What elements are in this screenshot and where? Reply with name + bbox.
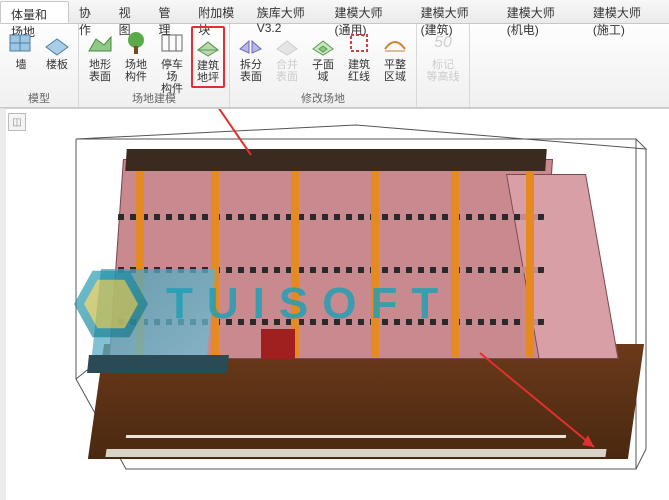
- button-label: 平整 区域: [384, 59, 406, 83]
- floor-icon: [43, 29, 71, 57]
- button-label: 拆分 表面: [240, 59, 262, 83]
- button-label: 子面域: [307, 59, 339, 83]
- button-label: 建筑 红线: [348, 59, 370, 83]
- button-label: 场地 构件: [125, 59, 147, 83]
- ribbon-group-site-modeling: 地形表面 场地 构件 停车场 构件 建筑 地坪 场地建模: [79, 24, 230, 107]
- subregion-icon: [309, 29, 337, 57]
- pad-icon: [194, 30, 222, 58]
- merge-icon: [273, 29, 301, 57]
- subregion-button[interactable]: 子面域: [306, 26, 340, 88]
- propline-icon: [345, 29, 373, 57]
- tab-addins[interactable]: 附加模块: [188, 0, 247, 23]
- tab-manage[interactable]: 管理: [148, 0, 188, 23]
- group-label: [421, 103, 465, 107]
- tab-family-master[interactable]: 族库大师V3.2: [247, 0, 325, 23]
- merge-surface-button: 合并 表面: [270, 26, 304, 88]
- watermark-text: TUISOFT: [166, 279, 452, 329]
- floor-slab-button[interactable]: 楼板: [40, 26, 74, 88]
- button-label: 合并 表面: [276, 59, 298, 83]
- button-label: 墙: [16, 59, 27, 71]
- topo-icon: [86, 29, 114, 57]
- watermark: TUISOFT: [66, 259, 452, 349]
- tab-modeling-general[interactable]: 建模大师 (通用): [325, 0, 411, 23]
- contour-icon: 50: [429, 29, 457, 57]
- grade-icon: [381, 29, 409, 57]
- tab-view[interactable]: 视图: [109, 0, 149, 23]
- ribbon-group-modify-site: 拆分 表面 合并 表面 子面域 建筑 红线 平整 区域 修改场地: [230, 24, 417, 107]
- tab-mass-site[interactable]: 体量和场地: [0, 1, 69, 23]
- group-label: 模型: [4, 88, 74, 108]
- tab-collaborate[interactable]: 协作: [69, 0, 109, 23]
- tree-icon: [122, 29, 150, 57]
- button-label: 建筑 地坪: [197, 60, 219, 84]
- watermark-logo-icon: [66, 259, 156, 349]
- split-icon: [237, 29, 265, 57]
- site-component-button[interactable]: 场地 构件: [119, 26, 153, 88]
- button-label: 地形表面: [84, 59, 116, 83]
- panel-grip[interactable]: [2, 265, 6, 295]
- building-pad-button[interactable]: 建筑 地坪: [191, 26, 225, 88]
- view-cube-icon[interactable]: ◫: [8, 113, 26, 131]
- label-contour-button: 50 标记 等高线: [421, 26, 465, 88]
- 3d-viewport[interactable]: ◫: [0, 108, 669, 500]
- tab-modeling-arch[interactable]: 建模大师 (建筑): [411, 0, 497, 23]
- parking-component-button[interactable]: 停车场 构件: [155, 26, 189, 88]
- graded-region-button[interactable]: 平整 区域: [378, 26, 412, 88]
- wall-icon: [7, 29, 35, 57]
- wall-button[interactable]: 墙: [4, 26, 38, 88]
- group-label: 修改场地: [234, 88, 412, 108]
- ribbon-group-annotate: 50 标记 等高线: [417, 24, 470, 107]
- toposurface-button[interactable]: 地形表面: [83, 26, 117, 88]
- ribbon-tabbar: 体量和场地 协作 视图 管理 附加模块 族库大师V3.2 建模大师 (通用) 建…: [0, 0, 669, 24]
- parking-icon: [158, 29, 186, 57]
- tab-modeling-constr[interactable]: 建模大师 (施工): [583, 0, 669, 23]
- split-surface-button[interactable]: 拆分 表面: [234, 26, 268, 88]
- ribbon: 墙 楼板 模型 地形表面 场地 构件 停车场 构件: [0, 24, 669, 108]
- button-label: 楼板: [46, 59, 68, 71]
- ribbon-group-model: 墙 楼板 模型: [0, 24, 79, 107]
- button-label: 标记 等高线: [427, 59, 460, 83]
- property-line-button[interactable]: 建筑 红线: [342, 26, 376, 88]
- tab-modeling-mep[interactable]: 建模大师 (机电): [497, 0, 583, 23]
- group-label: 场地建模: [83, 88, 225, 108]
